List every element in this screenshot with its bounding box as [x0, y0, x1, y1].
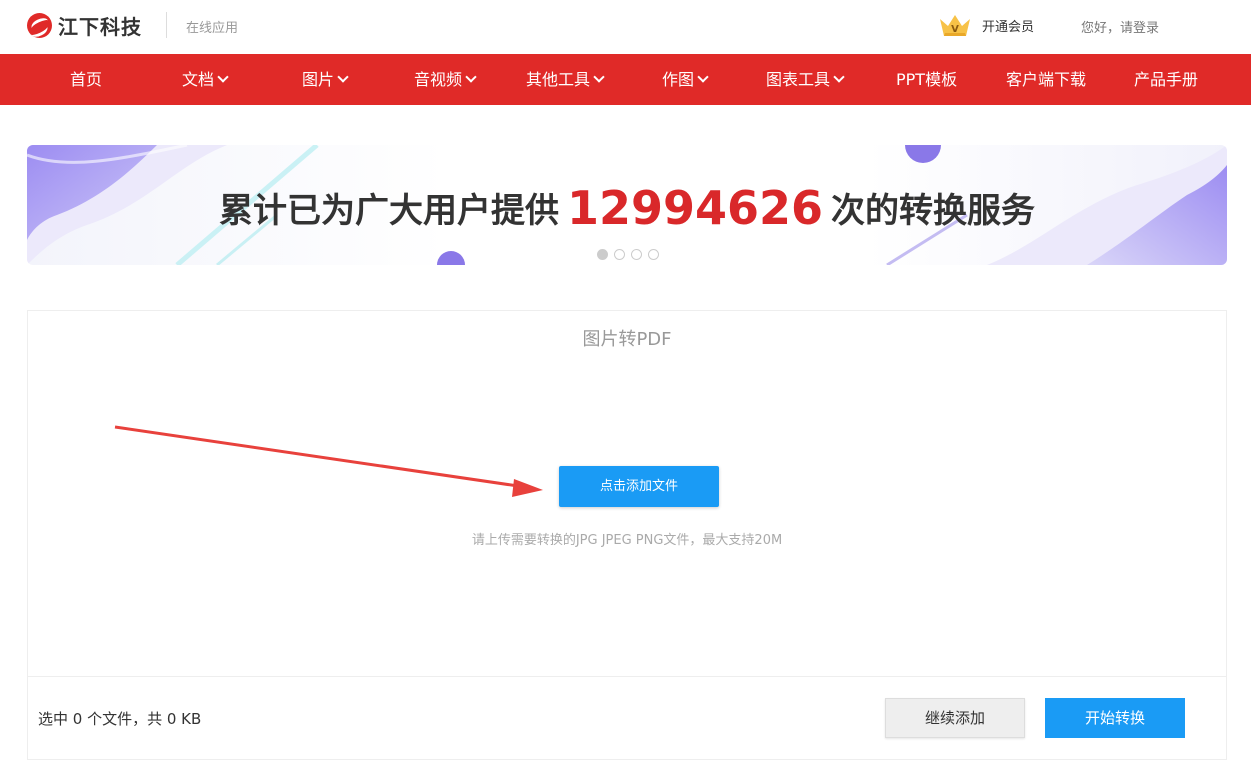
nav-label: 其他工具	[526, 70, 591, 89]
banner-headline: 累计已为广大用户提供 12994626 次的转换服务	[27, 179, 1227, 235]
nav-label: 客户端下载	[1006, 70, 1087, 89]
nav-label: 图片	[302, 70, 335, 89]
upload-hint: 请上传需要转换的JPG JPEG PNG文件，最大支持20M	[471, 533, 783, 548]
chevron-down-icon	[217, 71, 229, 83]
top-header: 江下科技 在线应用 V 开通会员 您好，请登录	[0, 0, 1251, 54]
brand-name: 江下科技	[58, 14, 142, 39]
carousel-dot[interactable]	[648, 249, 659, 260]
chevron-down-icon	[465, 71, 477, 83]
banner-text-after: 次的转换服务	[831, 191, 1036, 231]
selection-status: 选中 0 个文件，共 0 KB	[38, 710, 202, 728]
vip-label: 开通会员	[982, 19, 1035, 35]
header-divider	[166, 12, 167, 38]
chevron-down-icon	[697, 71, 709, 83]
main-nav: 首页 文档 图片 音视频 其他工具 作图 图表工具 PPT模板 客户端下载 产品…	[0, 54, 1251, 105]
tool-title: 图片转PDF	[582, 329, 672, 350]
carousel-dot[interactable]	[597, 249, 608, 260]
nav-item-audio-video[interactable]: 音视频	[414, 54, 477, 105]
continue-add-button[interactable]: 继续添加	[885, 698, 1025, 738]
logo-icon	[27, 12, 52, 38]
panel-footer: 选中 0 个文件，共 0 KB 继续添加 开始转换	[28, 676, 1226, 760]
carousel-dots	[597, 249, 659, 260]
nav-item-chart-tools[interactable]: 图表工具	[766, 54, 845, 105]
nav-label: 作图	[662, 70, 695, 89]
nav-item-other-tools[interactable]: 其他工具	[526, 54, 605, 105]
add-file-button[interactable]: 点击添加文件	[559, 466, 719, 507]
nav-item-drawing[interactable]: 作图	[662, 54, 709, 105]
nav-label: 产品手册	[1134, 70, 1199, 89]
chevron-down-icon	[593, 71, 605, 83]
brand-logo[interactable]: 江下科技	[27, 10, 142, 40]
site-subtitle: 在线应用	[186, 21, 239, 36]
service-count: 12994626	[566, 181, 824, 235]
vip-button[interactable]: V 开通会员	[938, 12, 1034, 38]
nav-label: 首页	[70, 70, 103, 89]
upload-panel: 图片转PDF 点击添加文件 请上传需要转换的JPG JPEG PNG文件，最大支…	[27, 310, 1227, 760]
carousel-dot[interactable]	[614, 249, 625, 260]
chevron-down-icon	[833, 71, 845, 83]
nav-label: PPT模板	[896, 70, 958, 89]
stats-banner[interactable]: 累计已为广大用户提供 12994626 次的转换服务	[27, 145, 1227, 265]
nav-item-product-manual[interactable]: 产品手册	[1134, 54, 1198, 105]
nav-item-documents[interactable]: 文档	[182, 54, 229, 105]
nav-label: 文档	[182, 70, 215, 89]
nav-item-ppt-templates[interactable]: PPT模板	[896, 54, 957, 105]
start-convert-button[interactable]: 开始转换	[1045, 698, 1185, 738]
chevron-down-icon	[337, 71, 349, 83]
nav-item-client-download[interactable]: 客户端下载	[1006, 54, 1086, 105]
crown-icon: V	[938, 12, 972, 38]
nav-item-home[interactable]: 首页	[70, 54, 102, 105]
banner-text-before: 累计已为广大用户提供	[218, 191, 559, 231]
nav-label: 音视频	[414, 70, 463, 89]
carousel-dot[interactable]	[631, 249, 642, 260]
nav-item-images[interactable]: 图片	[302, 54, 349, 105]
login-link[interactable]: 您好，请登录	[1081, 17, 1159, 36]
nav-label: 图表工具	[766, 70, 831, 89]
svg-text:V: V	[951, 24, 959, 35]
